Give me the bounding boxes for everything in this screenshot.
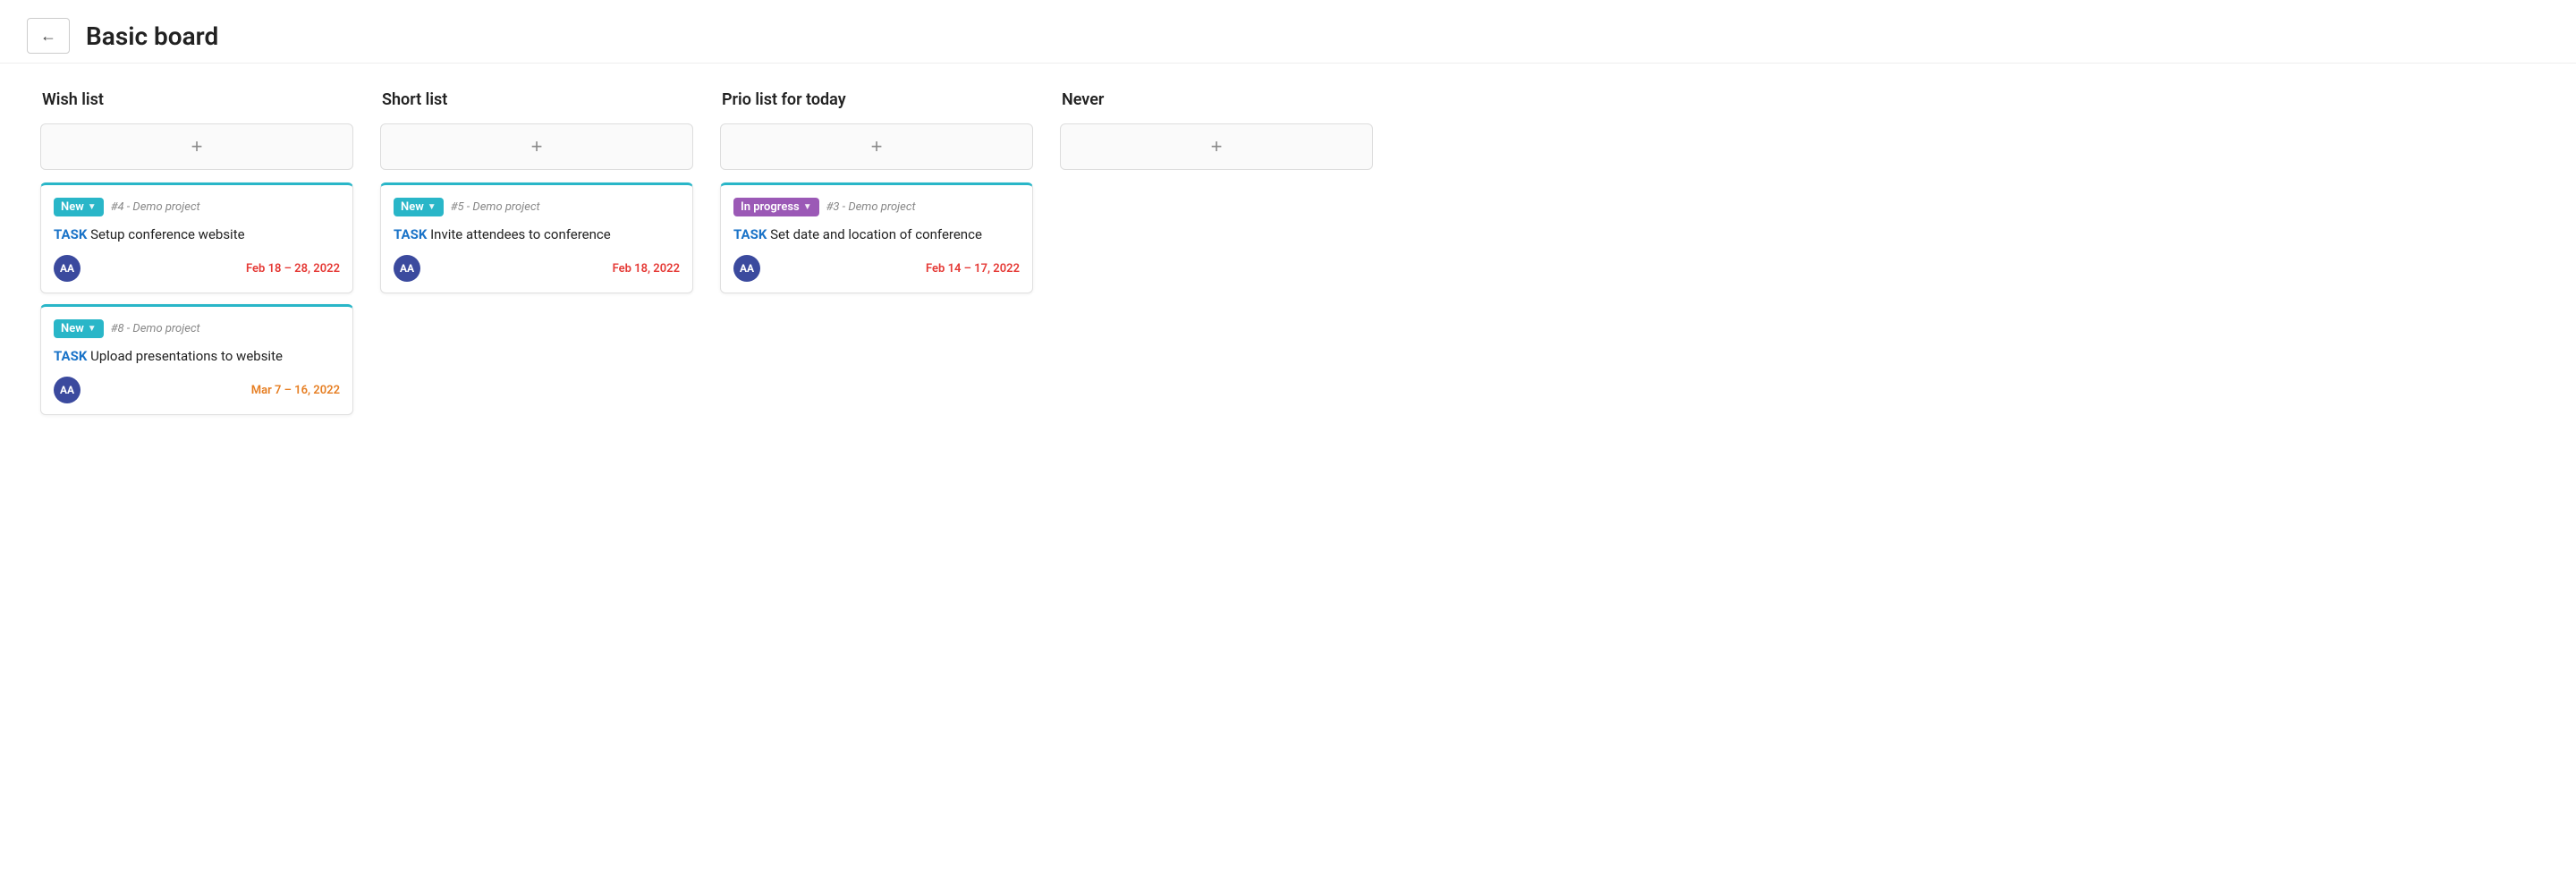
column-title: Prio list for today (720, 90, 1033, 109)
column-short-list: Short list + New ▼ #5 - Demo project TASK In… (367, 90, 707, 304)
card-id: #5 - Demo project (451, 200, 540, 214)
card-id: #8 - Demo project (111, 322, 200, 335)
chevron-down-icon: ▼ (88, 324, 97, 334)
card-meta: In progress ▼ #3 - Demo project (733, 198, 1020, 216)
task-label: TASK (394, 226, 427, 242)
card-meta: New ▼ #5 - Demo project (394, 198, 680, 216)
chevron-down-icon: ▼ (428, 202, 436, 212)
task-label: TASK (54, 348, 87, 364)
column-wish-list: Wish list + New ▼ #4 - Demo project TASK Set… (27, 90, 367, 426)
chevron-down-icon: ▼ (803, 202, 812, 212)
status-badge[interactable]: New ▼ (54, 198, 104, 216)
card-title: TASK Invite attendees to conference (394, 225, 680, 244)
add-card-button[interactable]: + (40, 123, 353, 170)
status-badge[interactable]: New ▼ (394, 198, 444, 216)
column-title: Wish list (40, 90, 353, 109)
page-header: ← Basic board (0, 0, 2576, 64)
card-id: #4 - Demo project (111, 200, 200, 214)
task-card: New ▼ #4 - Demo project TASK Setup confere… (40, 182, 353, 293)
card-footer: AA Feb 18, 2022 (394, 255, 680, 282)
status-badge[interactable]: In progress ▼ (733, 198, 819, 216)
task-card: In progress ▼ #3 - Demo project TASK Set d… (720, 182, 1033, 293)
task-card: New ▼ #8 - Demo project TASK Upload presen… (40, 304, 353, 415)
back-button[interactable]: ← (27, 18, 70, 54)
card-footer: AA Mar 7 – 16, 2022 (54, 377, 340, 403)
card-meta: New ▼ #8 - Demo project (54, 319, 340, 338)
card-title: TASK Upload presentations to website (54, 347, 340, 366)
avatar: AA (394, 255, 420, 282)
card-footer: AA Feb 18 – 28, 2022 (54, 255, 340, 282)
task-label: TASK (54, 226, 87, 242)
add-card-button[interactable]: + (1060, 123, 1373, 170)
column-title: Short list (380, 90, 693, 109)
page-title: Basic board (86, 21, 218, 51)
date-range: Feb 18, 2022 (613, 262, 680, 276)
task-label: TASK (733, 226, 767, 242)
status-badge[interactable]: New ▼ (54, 319, 104, 338)
avatar: AA (54, 377, 80, 403)
chevron-down-icon: ▼ (88, 202, 97, 212)
avatar: AA (54, 255, 80, 282)
card-meta: New ▼ #4 - Demo project (54, 198, 340, 216)
date-range: Feb 14 – 17, 2022 (926, 262, 1020, 276)
card-title: TASK Setup conference website (54, 225, 340, 244)
column-prio-list: Prio list for today + In progress ▼ #3 - De… (707, 90, 1046, 304)
avatar: AA (733, 255, 760, 282)
add-card-button[interactable]: + (720, 123, 1033, 170)
date-range: Feb 18 – 28, 2022 (246, 262, 340, 276)
column-title: Never (1060, 90, 1373, 109)
board: Wish list + New ▼ #4 - Demo project TASK Set… (0, 64, 2576, 453)
date-range: Mar 7 – 16, 2022 (251, 384, 340, 397)
column-never: Never + (1046, 90, 1386, 182)
task-card: New ▼ #5 - Demo project TASK Invite attend… (380, 182, 693, 293)
card-id: #3 - Demo project (826, 200, 916, 214)
card-title: TASK Set date and location of conference (733, 225, 1020, 244)
add-card-button[interactable]: + (380, 123, 693, 170)
card-footer: AA Feb 14 – 17, 2022 (733, 255, 1020, 282)
